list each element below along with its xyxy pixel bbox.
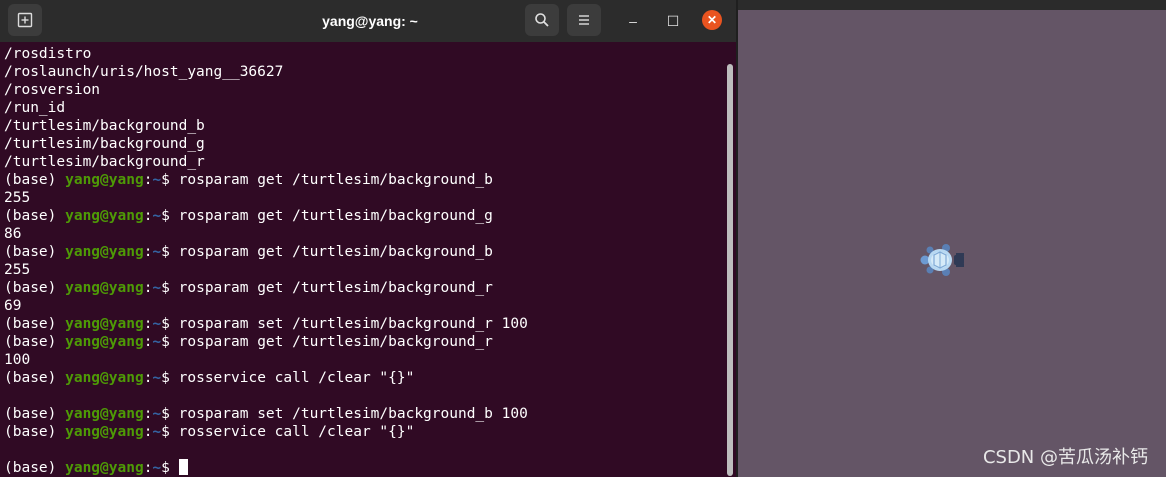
prompt-dir: ~ — [152, 406, 162, 422]
prompt-env: (base) — [4, 334, 66, 350]
prompt-dir: ~ — [152, 172, 162, 188]
command-text: rosservice call /clear "{}" — [178, 370, 415, 386]
terminal-output-line: 255 — [4, 262, 31, 278]
prompt-symbol: $ — [161, 208, 179, 224]
terminal-output-line: 69 — [4, 298, 22, 314]
prompt-dir: ~ — [152, 244, 162, 260]
command-text: rosparam get /turtlesim/background_b — [178, 172, 493, 188]
terminal-output-line: /run_id — [4, 100, 66, 116]
prompt-dir: ~ — [152, 460, 162, 476]
command-text: rosparam get /turtlesim/background_b — [178, 244, 493, 260]
prompt-user: yang@yang — [65, 424, 144, 440]
prompt-env: (base) — [4, 460, 66, 476]
terminal-command-line: (base) yang@yang:~$ rosparam get /turtle… — [0, 171, 726, 189]
terminal-output[interactable]: /rosdistro/roslaunch/uris/host_yang__366… — [0, 45, 726, 477]
command-text: rosservice call /clear "{}" — [178, 424, 415, 440]
prompt-symbol: $ — [161, 280, 179, 296]
hamburger-menu-icon — [579, 15, 589, 25]
turtlesim-topbar — [738, 0, 1166, 10]
title-bar[interactable]: yang@yang: ~ – ☐ ✕ — [0, 0, 736, 42]
prompt-dir: ~ — [152, 316, 162, 332]
command-text: rosparam set /turtlesim/background_r 100 — [178, 316, 528, 332]
prompt-dir: ~ — [152, 424, 162, 440]
terminal-command-line: (base) yang@yang:~$ rosparam get /turtle… — [0, 333, 726, 351]
terminal-output-line: 255 — [4, 190, 31, 206]
minimize-icon: – — [629, 13, 637, 29]
terminal-output-line: /turtlesim/background_b — [4, 118, 205, 134]
prompt-user: yang@yang — [65, 316, 144, 332]
prompt-user: yang@yang — [65, 406, 144, 422]
terminal-command-line: (base) yang@yang:~$ rosparam get /turtle… — [0, 243, 726, 261]
prompt-symbol: $ — [161, 460, 179, 476]
new-tab-button[interactable] — [8, 4, 42, 36]
prompt-user: yang@yang — [65, 460, 144, 476]
terminal-command-line: (base) yang@yang:~$ rosparam set /turtle… — [0, 315, 726, 333]
prompt-symbol: $ — [161, 316, 179, 332]
prompt-dir: ~ — [152, 280, 162, 296]
prompt-user: yang@yang — [65, 280, 144, 296]
prompt-symbol: $ — [161, 424, 179, 440]
menu-button[interactable] — [567, 4, 601, 36]
turtle-icon — [920, 244, 964, 276]
prompt-env: (base) — [4, 244, 66, 260]
prompt-env: (base) — [4, 424, 66, 440]
prompt-env: (base) — [4, 370, 66, 386]
command-text: rosparam get /turtlesim/background_r — [178, 280, 493, 296]
terminal-output-line: /turtlesim/background_r — [4, 154, 205, 170]
prompt-user: yang@yang — [65, 172, 144, 188]
maximize-icon: ☐ — [666, 13, 680, 29]
prompt-env: (base) — [4, 406, 66, 422]
terminal-output-line: /roslaunch/uris/host_yang__36627 — [4, 64, 284, 80]
watermark: CSDN @苦瓜汤补钙 — [982, 447, 1148, 468]
new-tab-icon — [17, 12, 33, 28]
prompt-dir: ~ — [152, 334, 162, 350]
prompt-symbol: $ — [161, 406, 179, 422]
prompt-user: yang@yang — [65, 244, 144, 260]
close-icon: ✕ — [706, 13, 718, 27]
scrollbar[interactable] — [727, 64, 733, 476]
prompt-user: yang@yang — [65, 370, 144, 386]
terminal-output-line: /turtlesim/background_g — [4, 136, 205, 152]
prompt-symbol: $ — [161, 334, 179, 350]
prompt-env: (base) — [4, 172, 66, 188]
terminal-command-line: (base) yang@yang:~$ rosparam get /turtle… — [0, 279, 726, 297]
prompt-symbol: $ — [161, 172, 179, 188]
prompt-env: (base) — [4, 208, 66, 224]
search-button[interactable] — [525, 4, 559, 36]
terminal-command-line: (base) yang@yang:~$ rosparam set /turtle… — [0, 405, 726, 423]
terminal-output-line: 100 — [4, 352, 31, 368]
command-text: rosparam set /turtlesim/background_b 100 — [178, 406, 528, 422]
prompt-env: (base) — [4, 316, 66, 332]
terminal-command-line: (base) yang@yang:~$ rosparam get /turtle… — [0, 207, 726, 225]
text-cursor — [178, 459, 188, 475]
command-text: rosparam get /turtlesim/background_g — [178, 208, 493, 224]
terminal-output-line: /rosversion — [4, 82, 101, 98]
terminal-output-line: /rosdistro — [4, 46, 92, 62]
search-icon — [535, 13, 549, 27]
maximize-button[interactable]: ☐ — [662, 10, 684, 32]
terminal-command-line: (base) yang@yang:~$ rosservice call /cle… — [0, 423, 726, 441]
terminal-command-line: (base) yang@yang:~$ rosservice call /cle… — [0, 369, 726, 387]
terminal-command-line: (base) yang@yang:~$ — [0, 459, 726, 477]
prompt-env: (base) — [4, 280, 66, 296]
close-button[interactable]: ✕ — [702, 10, 722, 30]
prompt-symbol: $ — [161, 370, 179, 386]
prompt-dir: ~ — [152, 370, 162, 386]
prompt-user: yang@yang — [65, 208, 144, 224]
minimize-button[interactable]: – — [622, 10, 644, 32]
prompt-dir: ~ — [152, 208, 162, 224]
command-text: rosparam get /turtlesim/background_r — [178, 334, 493, 350]
prompt-symbol: $ — [161, 244, 179, 260]
prompt-user: yang@yang — [65, 334, 144, 350]
terminal-output-line: 86 — [4, 226, 22, 242]
turtlesim-canvas: CSDN @苦瓜汤补钙 — [738, 10, 1166, 477]
terminal-window[interactable]: yang@yang: ~ – ☐ ✕ /rosdistro/roslaunch/… — [0, 0, 736, 477]
window-title: yang@yang: ~ — [322, 13, 418, 29]
